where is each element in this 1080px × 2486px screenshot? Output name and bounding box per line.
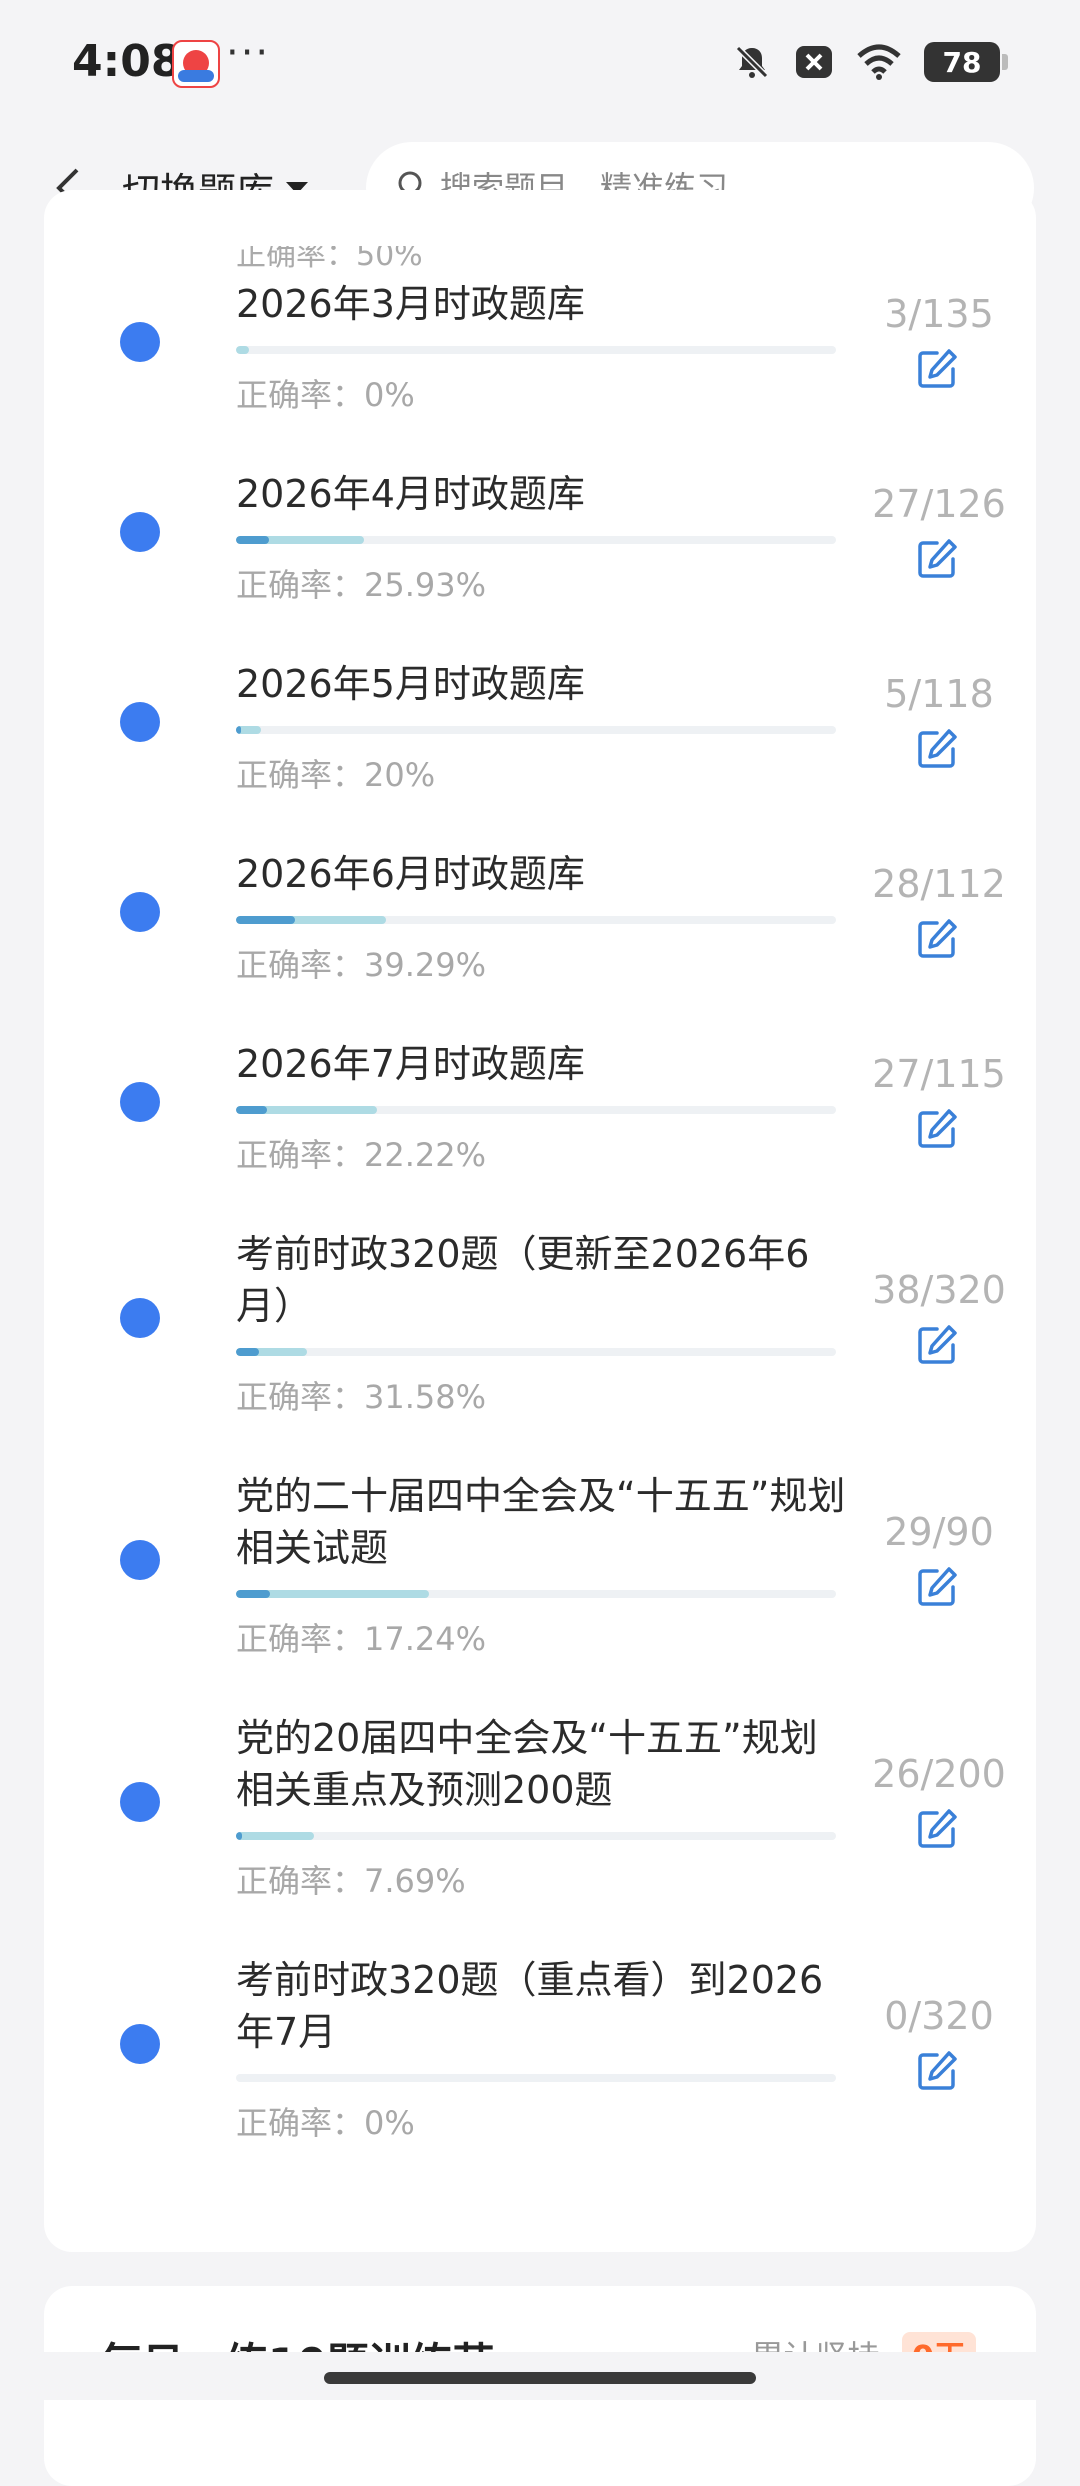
status-dot xyxy=(120,322,160,362)
progress-fill xyxy=(236,346,250,354)
accuracy-fill xyxy=(236,916,295,924)
bank-title: 考前时政320题（更新至2026年6月） xyxy=(236,1232,810,1328)
status-dot xyxy=(120,1082,160,1122)
progress-bar xyxy=(236,1832,836,1840)
accuracy-text: 正确率：31.58% xyxy=(236,1378,487,1416)
edit-icon xyxy=(915,1107,959,1155)
progress-bar xyxy=(236,726,836,734)
progress-count: 27/115 xyxy=(872,1052,1006,1096)
status-icons: 78 xyxy=(732,38,1008,86)
status-dot xyxy=(120,1782,160,1822)
accuracy-fill xyxy=(236,1832,242,1840)
edit-practice-button[interactable] xyxy=(910,534,964,588)
status-dot xyxy=(120,1540,160,1580)
progress-bar xyxy=(236,536,836,544)
close-box-icon xyxy=(794,42,834,82)
progress-bar xyxy=(236,346,836,354)
status-dot xyxy=(120,702,160,742)
edit-icon xyxy=(915,1323,959,1371)
progress-count: 26/200 xyxy=(872,1752,1006,1796)
edit-practice-button[interactable] xyxy=(910,344,964,398)
bank-title: 2026年3月时政题库 xyxy=(236,282,585,326)
accuracy-text: 正确率：17.24% xyxy=(236,1620,487,1658)
status-dot xyxy=(120,892,160,932)
wifi-icon xyxy=(856,42,902,82)
accuracy-text: 正确率：20% xyxy=(236,756,436,794)
more-notifications-icon: ··· xyxy=(226,30,271,76)
bank-title: 考前时政320题（重点看）到2026年7月 xyxy=(236,1958,824,2054)
accuracy-text: 正确率：39.29% xyxy=(236,946,487,984)
accuracy-text: 正确率：25.93% xyxy=(236,566,487,604)
progress-bar xyxy=(236,916,836,924)
edit-icon xyxy=(915,917,959,965)
edit-icon xyxy=(915,2049,959,2097)
bank-title: 2026年5月时政题库 xyxy=(236,662,585,706)
progress-bar xyxy=(236,1590,836,1598)
battery-icon: 78 xyxy=(924,42,1008,82)
bank-title: 2026年7月时政题库 xyxy=(236,1042,585,1086)
progress-count: 28/112 xyxy=(872,862,1006,906)
progress-fill xyxy=(236,1832,314,1840)
progress-count: 27/126 xyxy=(872,482,1006,526)
accuracy-fill xyxy=(236,1106,268,1114)
partial-accuracy-text: 正确率：50% xyxy=(236,238,423,273)
progress-count: 5/118 xyxy=(884,672,994,716)
accuracy-fill xyxy=(236,1348,259,1356)
progress-count: 3/135 xyxy=(884,292,994,336)
bank-title: 2026年4月时政题库 xyxy=(236,472,585,516)
edit-practice-button[interactable] xyxy=(910,1804,964,1858)
edit-practice-button[interactable] xyxy=(910,1104,964,1158)
edit-icon xyxy=(915,1565,959,1613)
home-indicator[interactable] xyxy=(324,2372,756,2384)
accuracy-text: 正确率：0% xyxy=(236,2104,415,2142)
mute-bell-icon xyxy=(732,42,772,82)
edit-icon xyxy=(915,537,959,585)
status-dot xyxy=(120,512,160,552)
progress-count: 38/320 xyxy=(872,1268,1006,1312)
progress-bar xyxy=(236,2074,836,2082)
bank-title: 党的20届四中全会及“十五五”规划相关重点及预测200题 xyxy=(236,1716,818,1812)
app-notification-icon xyxy=(172,40,220,88)
accuracy-text: 正确率：7.69% xyxy=(236,1862,466,1900)
edit-practice-button[interactable] xyxy=(910,1562,964,1616)
progress-bar xyxy=(236,1348,836,1356)
bank-title: 党的二十届四中全会及“十五五”规划相关试题 xyxy=(236,1474,846,1570)
status-time: 4:08 xyxy=(72,36,182,87)
bank-title: 2026年6月时政题库 xyxy=(236,852,585,896)
edit-practice-button[interactable] xyxy=(910,724,964,778)
edit-icon xyxy=(915,727,959,775)
question-bank-list-card: 正确率：50% 2026年3月时政题库正确率：0% 3/135 2026年4月时政题… xyxy=(44,190,1036,2252)
accuracy-fill xyxy=(236,726,241,734)
edit-icon xyxy=(915,347,959,395)
edit-practice-button[interactable] xyxy=(910,1320,964,1374)
edit-practice-button[interactable] xyxy=(910,914,964,968)
accuracy-text: 正确率：0% xyxy=(236,376,415,414)
edit-icon xyxy=(915,1807,959,1855)
progress-count: 29/90 xyxy=(884,1510,994,1554)
status-bar: 4:08 ··· 78 xyxy=(0,0,1080,126)
progress-bar xyxy=(236,1106,836,1114)
accuracy-fill xyxy=(236,536,269,544)
edit-practice-button[interactable] xyxy=(910,2046,964,2100)
progress-count: 0/320 xyxy=(884,1994,994,2038)
accuracy-fill xyxy=(236,1590,270,1598)
status-dot xyxy=(120,1298,160,1338)
status-dot xyxy=(120,2024,160,2064)
accuracy-text: 正确率：22.22% xyxy=(236,1136,487,1174)
